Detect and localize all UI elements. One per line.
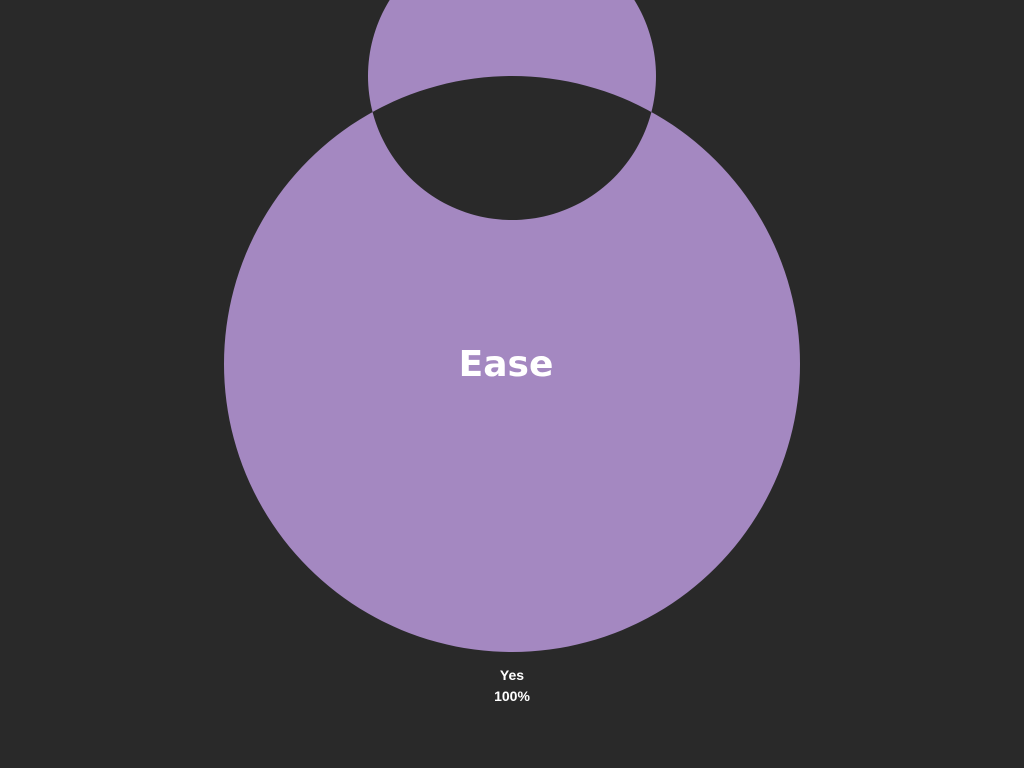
donut-slice-yes: [223, 0, 800, 652]
chart-container: Ease Yes 100%: [0, 0, 1024, 768]
slice-category-label: Yes: [500, 667, 524, 683]
slice-value-label: 100%: [494, 688, 530, 704]
slices-group: [223, 0, 800, 652]
slice-labels-group: Yes 100%: [494, 667, 530, 704]
donut-chart: Ease Yes 100%: [223, 0, 800, 704]
chart-title: Ease: [459, 344, 554, 385]
